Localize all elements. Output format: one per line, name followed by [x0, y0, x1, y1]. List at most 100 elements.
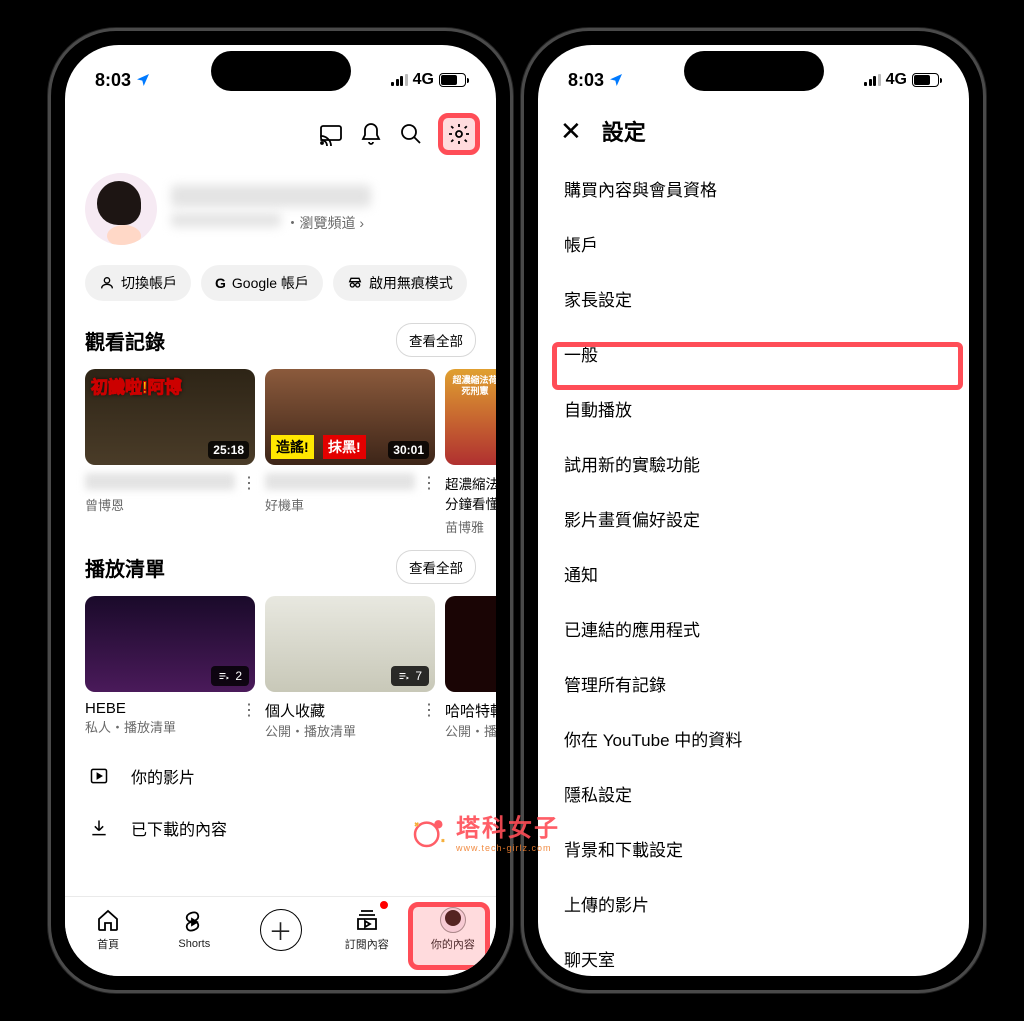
settings-item-background-download[interactable]: 背景和下載設定 — [538, 821, 969, 876]
tab-home[interactable]: 首頁 — [65, 897, 151, 962]
subscriptions-icon — [355, 907, 379, 933]
settings-item-quality[interactable]: 影片畫質偏好設定 — [538, 491, 969, 546]
notch — [211, 51, 351, 91]
settings-header: ✕ 設定 — [538, 105, 969, 161]
video-author: 苗博雅 — [445, 517, 496, 536]
blurred-title — [85, 473, 235, 490]
bottom-tab-bar: 首頁 Shorts ＋ 訂閱內容 你的內容 — [65, 896, 496, 976]
general-row-highlight — [552, 342, 963, 390]
video-thumbnail: 造謠! 抹黑! 30:01 — [265, 369, 435, 465]
tab-create[interactable]: ＋ — [237, 897, 323, 962]
history-card[interactable]: 初識啦!阿博 25:18 曾博恩 ⋮ — [85, 369, 255, 536]
settings-item-experiments[interactable]: 試用新的實驗功能 — [538, 436, 969, 491]
battery-icon — [912, 73, 939, 87]
profile-header[interactable]: ・瀏覽頻道 › — [65, 167, 496, 259]
playlist-thumbnail — [445, 596, 496, 692]
playlist-name: 哈哈特輯 — [445, 700, 496, 721]
blurred-username — [171, 185, 371, 207]
history-section: 觀看記錄 查看全部 初識啦!阿博 25:18 曾博恩 ⋮ — [65, 319, 496, 546]
more-icon[interactable]: ⋮ — [241, 700, 255, 736]
playlist-thumbnail: 2 — [85, 596, 255, 692]
video-duration: 25:18 — [208, 441, 249, 459]
settings-item-privacy[interactable]: 隱私設定 — [538, 766, 969, 821]
watermark: 塔科女子 www.tech-girlz.com — [410, 808, 560, 853]
playlists-section: 播放清單 查看全部 2 HEBE 私人・播放清單 — [65, 546, 496, 750]
phone-frame-right: 8:03 4G ✕ 設定 購買內容與會員資格 帳戶 家長設定 一般 自動播放 試… — [521, 28, 986, 993]
playlist-icon — [398, 670, 410, 682]
playlist-meta: 公開・播 — [445, 721, 496, 740]
download-icon — [87, 818, 111, 838]
status-time: 8:03 — [95, 70, 131, 91]
history-card[interactable]: 超濃縮法荷 死刑憲 超濃縮法 分鐘看懂 苗博雅 — [445, 369, 496, 536]
play-outline-icon — [87, 766, 111, 786]
tab-you-highlight — [408, 902, 490, 970]
history-card[interactable]: 造謠! 抹黑! 30:01 好機車 ⋮ — [265, 369, 435, 536]
settings-item-connected-apps[interactable]: 已連結的應用程式 — [538, 601, 969, 656]
watermark-text: 塔科女子 — [456, 808, 560, 843]
playlist-count-badge: 2 — [211, 666, 249, 686]
google-account-chip[interactable]: G Google 帳戶 — [201, 265, 323, 301]
switch-account-chip[interactable]: 切換帳戶 — [85, 265, 191, 301]
settings-highlight — [438, 113, 480, 155]
playlists-see-all[interactable]: 查看全部 — [396, 550, 476, 584]
playlist-count-badge: 7 — [391, 666, 429, 686]
history-see-all[interactable]: 查看全部 — [396, 323, 476, 357]
cast-icon[interactable] — [318, 121, 344, 147]
blurred-handle — [171, 213, 281, 227]
playlist-card[interactable]: 2 HEBE 私人・播放清單 ⋮ — [85, 596, 255, 740]
home-icon — [96, 907, 120, 933]
status-network: 4G — [886, 71, 907, 89]
playlist-meta: 公開・播放清單 — [265, 721, 415, 740]
playlist-thumbnail: 7 — [265, 596, 435, 692]
settings-item-account[interactable]: 帳戶 — [538, 216, 969, 271]
your-videos-row[interactable]: 你的影片 — [65, 750, 496, 802]
playlist-name: 個人收藏 — [265, 700, 415, 721]
video-duration: 30:01 — [388, 441, 429, 459]
switch-icon — [99, 275, 115, 291]
incognito-chip[interactable]: 啟用無痕模式 — [333, 265, 467, 301]
video-thumbnail: 初識啦!阿博 25:18 — [85, 369, 255, 465]
signal-icon — [391, 74, 408, 86]
video-author: 曾博恩 — [85, 495, 235, 514]
tab-shorts[interactable]: Shorts — [151, 897, 237, 962]
settings-item-manage-history[interactable]: 管理所有記錄 — [538, 656, 969, 711]
status-network: 4G — [413, 71, 434, 89]
settings-item-purchases[interactable]: 購買內容與會員資格 — [538, 161, 969, 216]
more-icon[interactable]: ⋮ — [421, 473, 435, 514]
tab-subscriptions[interactable]: 訂閱內容 — [324, 897, 410, 962]
search-icon[interactable] — [398, 121, 424, 147]
shorts-icon — [182, 909, 206, 935]
close-icon[interactable]: ✕ — [560, 116, 582, 147]
playlist-icon — [218, 670, 230, 682]
settings-item-uploads[interactable]: 上傳的影片 — [538, 876, 969, 931]
account-chips: 切換帳戶 G Google 帳戶 啟用無痕模式 — [65, 259, 496, 319]
channel-link[interactable]: ・瀏覽頻道 › — [285, 215, 364, 231]
notch — [684, 51, 824, 91]
settings-list: 購買內容與會員資格 帳戶 家長設定 一般 自動播放 試用新的實驗功能 影片畫質偏… — [538, 161, 969, 976]
playlists-title: 播放清單 — [85, 553, 165, 582]
notification-dot — [380, 901, 388, 909]
google-g-icon: G — [215, 275, 226, 291]
watermark-logo-icon — [410, 811, 450, 851]
settings-item-your-data[interactable]: 你在 YouTube 中的資料 — [538, 711, 969, 766]
playlist-card[interactable]: 7 個人收藏 公開・播放清單 ⋮ — [265, 596, 435, 740]
playlist-card[interactable]: 哈哈特輯 公開・播 — [445, 596, 496, 740]
status-time: 8:03 — [568, 70, 604, 91]
blurred-title — [265, 473, 415, 490]
signal-icon — [864, 74, 881, 86]
history-title: 觀看記錄 — [85, 326, 165, 355]
incognito-icon — [347, 275, 363, 291]
watermark-url: www.tech-girlz.com — [456, 843, 560, 853]
bell-icon[interactable] — [358, 121, 384, 147]
avatar — [85, 173, 157, 245]
settings-title: 設定 — [602, 115, 646, 147]
more-icon[interactable]: ⋮ — [421, 700, 435, 740]
gear-icon[interactable] — [446, 121, 472, 147]
settings-item-parental[interactable]: 家長設定 — [538, 271, 969, 326]
settings-item-live-chat[interactable]: 聊天室 — [538, 931, 969, 976]
more-icon[interactable]: ⋮ — [241, 473, 255, 514]
settings-item-notifications[interactable]: 通知 — [538, 546, 969, 601]
battery-icon — [439, 73, 466, 87]
video-author: 好機車 — [265, 495, 415, 514]
plus-icon: ＋ — [260, 909, 302, 951]
